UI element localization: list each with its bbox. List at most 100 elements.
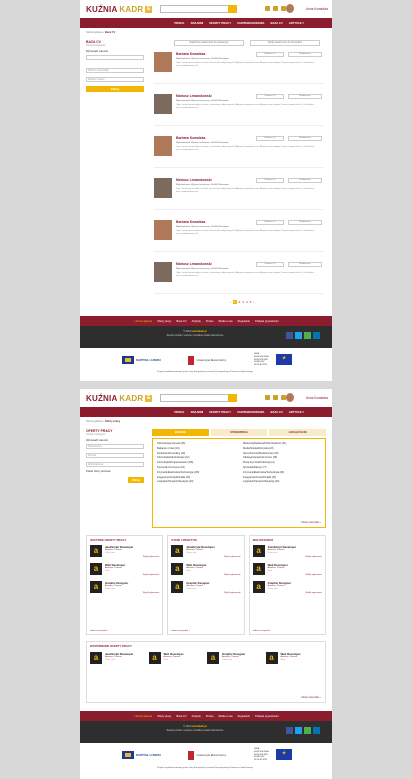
- job-item[interactable]: a Web Developer Amazon, Poznań Staż: [265, 651, 323, 669]
- page-link[interactable]: 2: [239, 300, 241, 304]
- apply-link[interactable]: Wyślij zgłoszenie: [143, 574, 160, 576]
- message-button[interactable]: Wiadomość: [288, 52, 322, 57]
- job-item[interactable]: a Graphic Designer Amazon, Poznań Pełen eta…: [207, 651, 264, 669]
- message-button[interactable]: Wiadomość: [288, 94, 322, 99]
- see-all-link[interactable]: zobacz wszystkie ›: [301, 696, 321, 699]
- nav-item[interactable]: ZNAJOMI: [191, 21, 204, 25]
- nav-item[interactable]: OFERTY PRACY: [209, 410, 231, 414]
- nav-item[interactable]: ZAINTERESOWANIA: [237, 21, 264, 25]
- keyword-field[interactable]: Słowa klucze: [86, 444, 144, 449]
- message-all-button[interactable]: Wyślij wiadomość do wszystkich: [250, 40, 320, 46]
- twitter-icon[interactable]: [295, 727, 302, 734]
- search-button[interactable]: [228, 5, 237, 13]
- job-item[interactable]: a JavaScript Developer Amazon, Poznań Pełen…: [90, 544, 159, 562]
- see-all-link[interactable]: zobacz wszystkie ›: [301, 521, 321, 524]
- message-button[interactable]: Wiadomość: [288, 220, 322, 225]
- linkedin-icon[interactable]: [313, 332, 320, 339]
- tab-positions[interactable]: STANOWISKA: [210, 429, 268, 436]
- home-icon[interactable]: [265, 6, 270, 11]
- see-all-link[interactable]: zobacz wszystkie ›: [171, 630, 189, 632]
- download-cv-button[interactable]: Pobierz CV: [256, 136, 284, 141]
- message-button[interactable]: Wiadomość: [288, 136, 322, 141]
- logo[interactable]: KUŹNIA KADR E: [86, 5, 153, 14]
- keyword-field[interactable]: [86, 55, 144, 60]
- apply-link[interactable]: Wyślij zgłoszenie: [305, 556, 322, 558]
- see-all-link[interactable]: zobacz wszystkie ›: [253, 630, 271, 632]
- page-link[interactable]: 5: [250, 300, 252, 304]
- job-item[interactable]: a Web Developer Amazon, Poznań Staż Wyślij z…: [252, 562, 322, 580]
- download-cv-button[interactable]: Pobierz CV: [256, 52, 284, 57]
- search-input[interactable]: [160, 5, 230, 13]
- nav-item[interactable]: ARTYKUŁY: [289, 410, 304, 414]
- filter-button[interactable]: Filtruj: [86, 86, 144, 92]
- nav-item[interactable]: ZNAJOMI: [191, 410, 204, 414]
- search-button[interactable]: [228, 394, 237, 402]
- message-selected-button[interactable]: Najbliższa wiadomość do wybranych: [174, 40, 244, 46]
- job-item[interactable]: a Graphic Designer Amazon, Poznań Pełen eta…: [252, 580, 322, 598]
- facebook-icon[interactable]: [286, 727, 293, 734]
- page-link[interactable]: 4: [246, 300, 248, 304]
- download-cv-button[interactable]: Pobierz CV: [256, 262, 284, 267]
- prev-page[interactable]: ‹: [230, 300, 231, 304]
- apply-link[interactable]: Wyślij zgłoszenie: [305, 574, 322, 576]
- message-button[interactable]: Wiadomość: [288, 178, 322, 183]
- city-select[interactable]: Wybierz miasto: [86, 77, 144, 82]
- category-link[interactable]: Logistyka/Transport/Spedycja (20): [243, 480, 286, 485]
- nav-item[interactable]: BAZA CV: [270, 21, 282, 25]
- user-name[interactable]: Anna Kowalska: [306, 7, 328, 11]
- position-select[interactable]: Wykształcenie: [86, 462, 144, 467]
- category-link[interactable]: Logistyka/Transport/Spedycja (20): [157, 480, 199, 485]
- message-button[interactable]: Wiadomość: [288, 262, 322, 267]
- download-cv-button[interactable]: Pobierz CV: [256, 220, 284, 225]
- candidate-photo: [154, 178, 172, 198]
- twitter-icon[interactable]: [295, 332, 302, 339]
- job-item[interactable]: a Graphic Designer Amazon, Poznań Pełen eta…: [90, 580, 159, 598]
- category-link[interactable]: Inżynieria/Elektronika/Technologia (115): [157, 471, 199, 476]
- job-item[interactable]: a Web Developer Amazon, Poznań Staż Wyślij z…: [171, 562, 241, 580]
- search-input[interactable]: [160, 394, 230, 402]
- tab-industries[interactable]: BRANŻE: [152, 429, 209, 436]
- job-item[interactable]: a Graphic Designer Amazon, Poznań Pełen eta…: [171, 580, 241, 598]
- tab-locations[interactable]: LOKALIZACJE: [269, 429, 327, 436]
- logo[interactable]: KUŹNIA KADR E: [86, 394, 153, 403]
- download-cv-button[interactable]: Pobierz CV: [256, 94, 284, 99]
- home-icon[interactable]: [265, 395, 270, 400]
- nav-item[interactable]: ARTYKUŁY: [289, 21, 304, 25]
- apply-link[interactable]: Wyślij zgłoszenie: [224, 592, 241, 594]
- apply-link[interactable]: Wyślij zgłoszenie: [143, 556, 160, 558]
- location-select[interactable]: Poznań: [86, 453, 144, 458]
- job-item[interactable]: a Web Developer Amazon, Poznań Staż: [148, 651, 206, 669]
- apply-link[interactable]: Wyślij zgłoszenie: [224, 556, 241, 558]
- job-item[interactable]: a JavaScript Developer Amazon, Poznań Pełen…: [171, 544, 241, 562]
- nav-item[interactable]: PROFIL: [174, 410, 184, 414]
- next-page[interactable]: ›: [253, 300, 254, 304]
- apply-link[interactable]: Wyślij zgłoszenie: [224, 574, 241, 576]
- nav-item[interactable]: ZAINTERESOWANIA: [237, 410, 264, 414]
- job-item[interactable]: a JavaScript Developer Amazon, Poznań Pełen…: [90, 651, 147, 669]
- nav-item[interactable]: OFERTY PRACY: [209, 21, 231, 25]
- apply-link[interactable]: Wyślij zgłoszenie: [305, 592, 322, 594]
- internship-checkbox[interactable]: Pokaż oferty stażowe: [86, 470, 144, 473]
- download-cv-button[interactable]: Pobierz CV: [256, 178, 284, 183]
- facebook-icon[interactable]: [286, 332, 293, 339]
- notification-icon[interactable]: [273, 395, 278, 400]
- page-link[interactable]: 3: [242, 300, 244, 304]
- social-icon[interactable]: [304, 727, 311, 734]
- notification-icon[interactable]: [273, 6, 278, 11]
- avatar[interactable]: [286, 393, 294, 402]
- see-all-link[interactable]: zobacz wszystkie ›: [90, 630, 108, 632]
- job-item[interactable]: a JavaScript Developer Amazon, Poznań Pełen…: [252, 544, 322, 562]
- page-link[interactable]: 1: [233, 300, 237, 304]
- avatar[interactable]: [286, 4, 294, 13]
- social-icon[interactable]: [304, 332, 311, 339]
- filter-button[interactable]: Filtruj: [128, 477, 144, 483]
- position-select[interactable]: Wybierz stanowisko: [86, 68, 144, 73]
- company-logo: a: [265, 652, 278, 664]
- job-item[interactable]: a Web Developer Amazon, Poznań Staż Wyślij z…: [90, 562, 159, 580]
- apply-link[interactable]: Wyślij zgłoszenie: [143, 592, 160, 594]
- nav-item[interactable]: BAZA CV: [270, 410, 282, 414]
- linkedin-icon[interactable]: [313, 727, 320, 734]
- nav-item[interactable]: PROFIL: [174, 21, 184, 25]
- category-link[interactable]: Inżynieria/Elektronika/Technologia (30): [243, 471, 286, 476]
- user-name[interactable]: Anna Kowalska: [306, 396, 328, 400]
